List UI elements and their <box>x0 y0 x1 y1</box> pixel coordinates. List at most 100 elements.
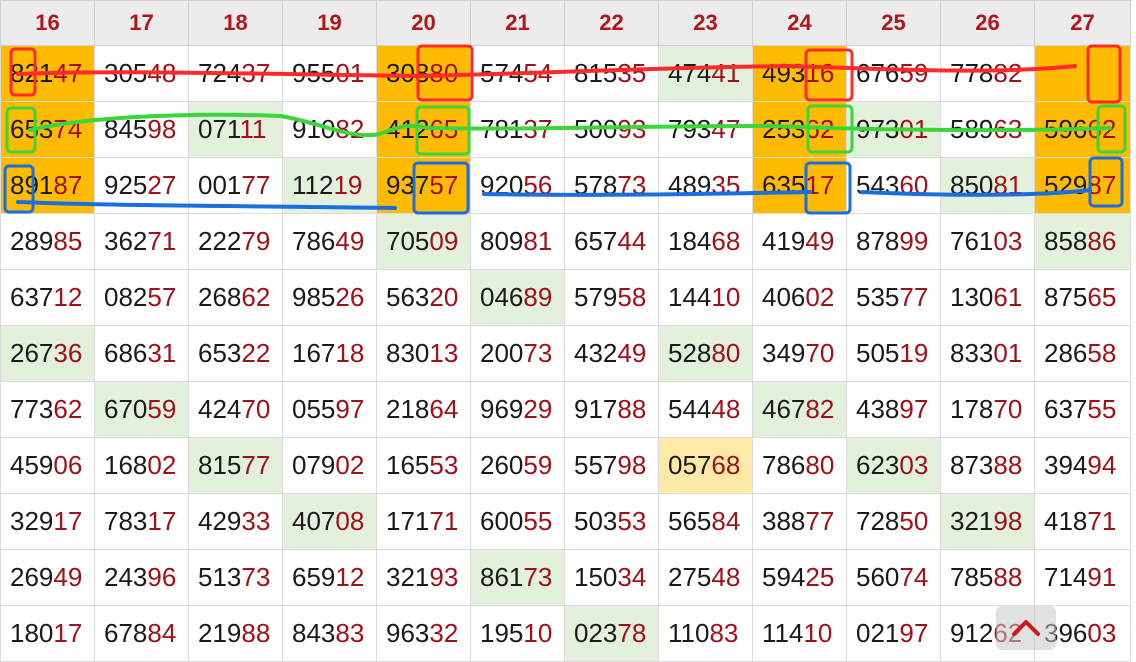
number-last-two-digits: 02 <box>805 282 835 312</box>
table-row: 28985 36271 22279 78649 70509 80981 65744 18468… <box>0 213 1131 270</box>
column-header: 17 <box>94 0 189 46</box>
number-leading-digits: 021 <box>856 618 900 648</box>
number-last-two-digits: 47 <box>53 58 83 88</box>
number-leading-digits: 985 <box>292 282 336 312</box>
number-cell: 56584 <box>658 493 753 550</box>
number-cell: 40708 <box>282 493 377 550</box>
number-cell: 57958 <box>564 269 659 326</box>
number-cell: 47441 <box>658 45 753 102</box>
number-cell: 67059 <box>94 381 189 438</box>
number-last-two-digits: 77 <box>241 450 271 480</box>
number-cell: 50093 <box>564 101 659 158</box>
number-leading-digits: 513 <box>198 562 242 592</box>
number-last-two-digits: 22 <box>241 338 271 368</box>
number-leading-digits: 659 <box>292 562 336 592</box>
number-leading-digits: 785 <box>950 562 994 592</box>
number-last-two-digits: 48 <box>711 562 741 592</box>
number-leading-digits: 362 <box>104 226 148 256</box>
table-row: 82147 30548 72437 95501 30880 57454 81535 47441… <box>0 45 1131 102</box>
number-last-two-digits: 31 <box>147 338 177 368</box>
table-body: 82147 30548 72437 95501 30880 57454 81535 47441… <box>0 45 1131 662</box>
number-leading-digits: 419 <box>762 226 806 256</box>
table-row: 26736 68631 65322 16718 83013 20073 43249 52880… <box>0 325 1131 382</box>
number-cell: 85081 <box>940 157 1035 214</box>
number-cell: 86173 <box>470 549 565 606</box>
number-cell: 18017 <box>0 605 95 662</box>
number-leading-digits: 858 <box>1044 226 1088 256</box>
results-table: 16 17 18 19 20 21 22 23 24 25 26 27 82147 30548 72437… <box>0 0 1131 662</box>
number-last-two-digits: 61 <box>993 282 1023 312</box>
scroll-top-button[interactable] <box>996 606 1056 650</box>
number-last-two-digits: 82 <box>993 58 1023 88</box>
number-cell: 52880 <box>658 325 753 382</box>
number-cell: 63755 <box>1034 381 1131 438</box>
number-last-two-digits: 26 <box>335 282 365 312</box>
number-leading-digits: 557 <box>574 450 618 480</box>
number-leading-digits: 489 <box>668 170 712 200</box>
number-leading-digits: 535 <box>856 282 900 312</box>
number-cell: 45906 <box>0 437 95 494</box>
number-cell: 84383 <box>282 605 377 662</box>
number-last-two-digits: 93 <box>429 562 459 592</box>
number-leading-digits: 268 <box>198 282 242 312</box>
number-last-two-digits: 86 <box>1087 226 1117 256</box>
number-last-two-digits: 68 <box>711 226 741 256</box>
number-cell: 13061 <box>940 269 1035 326</box>
table-row: 89187 92527 00177 11219 93757 92056 57873 48935… <box>0 157 1131 214</box>
number-leading-digits: 467 <box>762 394 806 424</box>
number-cell: 65322 <box>188 325 283 382</box>
number-cell: 26736 <box>0 325 95 382</box>
number-leading-digits: 407 <box>292 506 336 536</box>
number-last-two-digits: 87 <box>53 170 83 200</box>
number-cell: 63517 <box>752 157 847 214</box>
number-last-two-digits: 01 <box>993 338 1023 368</box>
number-cell: 87565 <box>1034 269 1131 326</box>
number-last-two-digits: 88 <box>241 618 271 648</box>
number-leading-digits: 657 <box>574 226 618 256</box>
column-header: 24 <box>752 0 847 46</box>
number-last-two-digits: 98 <box>147 114 177 144</box>
number-last-two-digits: 84 <box>147 618 177 648</box>
number-cell: 63712 <box>0 269 95 326</box>
number-last-two-digits: 33 <box>241 506 271 536</box>
number-cell: 22279 <box>188 213 283 270</box>
number-last-two-digits: 99 <box>899 226 929 256</box>
number-leading-digits: 023 <box>574 618 618 648</box>
number-leading-digits: 563 <box>386 282 430 312</box>
number-leading-digits: 438 <box>856 394 900 424</box>
number-cell: 68631 <box>94 325 189 382</box>
number-last-two-digits: 37 <box>523 114 553 144</box>
number-last-two-digits: 34 <box>617 562 647 592</box>
table-row: 77362 67059 42470 05597 21864 96929 91788 54448… <box>0 381 1131 438</box>
number-last-two-digits: 27 <box>147 170 177 200</box>
number-cell: 16718 <box>282 325 377 382</box>
number-cell: 00177 <box>188 157 283 214</box>
number-cell: 32198 <box>940 493 1035 550</box>
number-cell: 87388 <box>940 437 1035 494</box>
number-last-two-digits: 41 <box>711 58 741 88</box>
number-cell: 16553 <box>376 437 471 494</box>
number-cell: 78588 <box>940 549 1035 606</box>
number-leading-digits: 783 <box>104 506 148 536</box>
number-last-two-digits: 50 <box>899 506 929 536</box>
number-leading-digits: 500 <box>574 114 618 144</box>
number-leading-digits: 529 <box>1044 170 1088 200</box>
number-cell: 65374 <box>0 101 95 158</box>
number-cell: 58963 <box>940 101 1035 158</box>
number-cell: 93757 <box>376 157 471 214</box>
number-leading-digits: 321 <box>386 562 430 592</box>
number-last-two-digits: 10 <box>523 618 553 648</box>
number-cell: 95501 <box>282 45 377 102</box>
number-last-two-digits: 58 <box>1087 338 1117 368</box>
number-leading-digits: 969 <box>480 394 524 424</box>
number-leading-digits: 184 <box>668 226 712 256</box>
number-cell: 67884 <box>94 605 189 662</box>
number-last-two-digits: 19 <box>333 170 363 200</box>
number-leading-digits: 589 <box>950 114 994 144</box>
number-leading-digits: 565 <box>668 506 712 536</box>
number-last-two-digits: 96 <box>147 562 177 592</box>
number-leading-digits: 653 <box>198 338 242 368</box>
number-cell: 11083 <box>658 605 753 662</box>
number-cell: 17171 <box>376 493 471 550</box>
number-leading-digits: 676 <box>856 58 900 88</box>
